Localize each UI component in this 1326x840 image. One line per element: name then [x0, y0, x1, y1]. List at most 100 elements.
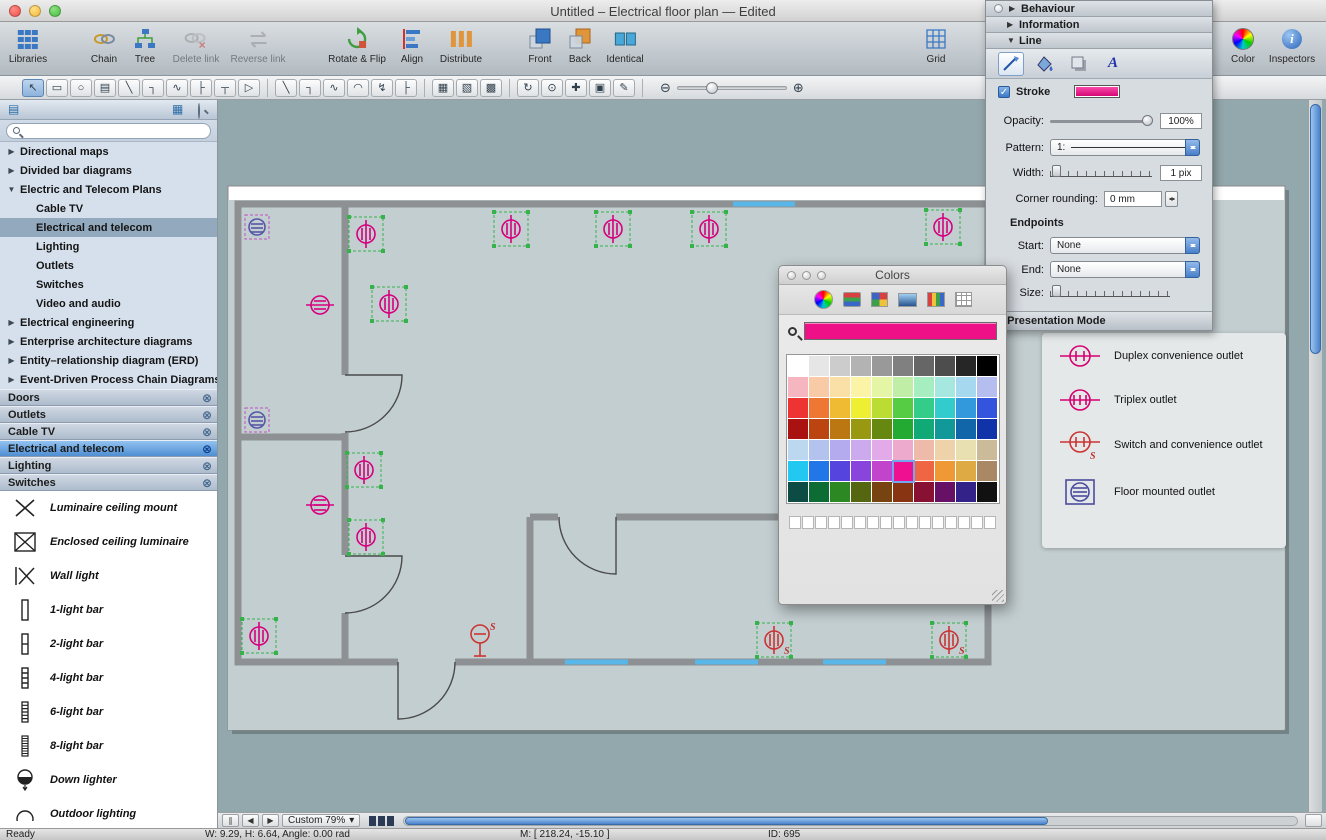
tree-item-electrical-engineering[interactable]: ▶Electrical engineering	[0, 313, 217, 332]
search-input[interactable]	[6, 123, 211, 139]
color-swatch[interactable]	[809, 482, 829, 502]
color-swatch[interactable]	[830, 461, 850, 481]
opacity-value-field[interactable]: 100%	[1160, 113, 1202, 129]
color-swatch[interactable]	[872, 440, 892, 460]
tree-item-directional-maps[interactable]: ▶Directional maps	[0, 142, 217, 161]
tool-button[interactable]: ↯	[371, 79, 393, 97]
horizontal-scrollbar[interactable]	[403, 816, 1298, 826]
disclosure-icon[interactable]: ▶	[6, 356, 17, 365]
color-swatch[interactable]	[872, 461, 892, 481]
start-endpoint-select[interactable]: None	[1050, 237, 1200, 254]
disclosure-icon[interactable]: ▶	[6, 318, 17, 327]
color-swatch[interactable]	[851, 440, 871, 460]
color-swatch[interactable]	[935, 440, 955, 460]
color-swatch[interactable]	[977, 440, 997, 460]
section-information[interactable]: ▶Information	[986, 17, 1212, 33]
tree-item-divided-bar-diagrams[interactable]: ▶Divided bar diagrams	[0, 161, 217, 180]
endpoint-size-slider[interactable]	[1050, 289, 1170, 297]
tree-item-video-and-audio[interactable]: Video and audio	[0, 294, 217, 313]
library-item-8-light-bar[interactable]: 8-light bar	[0, 729, 217, 763]
color-swatch[interactable]	[851, 419, 871, 439]
section-switches[interactable]: Switches⊗	[0, 474, 217, 491]
tool-button[interactable]: ▭	[46, 79, 68, 97]
color-swatch[interactable]	[956, 377, 976, 397]
chain-button[interactable]: Chain	[91, 25, 117, 65]
tree-item-lighting[interactable]: Lighting	[0, 237, 217, 256]
section-line[interactable]: ▼Line	[986, 33, 1212, 49]
current-color-bar[interactable]	[804, 322, 997, 340]
recent-color-swatch[interactable]	[945, 516, 957, 529]
color-swatch[interactable]	[935, 398, 955, 418]
color-palette-icon[interactable]	[871, 292, 888, 307]
color-swatch[interactable]	[956, 440, 976, 460]
tool-button[interactable]: ┐	[299, 79, 321, 97]
recent-color-swatch[interactable]	[854, 516, 866, 529]
libraries-button[interactable]: Libraries	[9, 25, 47, 65]
disclosure-icon[interactable]: ▶	[6, 375, 17, 384]
close-section-icon[interactable]: ⊗	[202, 425, 212, 439]
tool-button[interactable]: ▧	[456, 79, 478, 97]
prev-page-icon[interactable]: ◀	[242, 814, 259, 827]
recent-color-swatch[interactable]	[789, 516, 801, 529]
tool-button[interactable]: ⊙	[541, 79, 563, 97]
zoom-slider[interactable]	[677, 86, 787, 90]
page-mode-icon[interactable]: ∥	[222, 814, 239, 827]
close-section-icon[interactable]: ⊗	[202, 391, 212, 405]
minimize-window-button[interactable]	[802, 271, 811, 280]
section-doors[interactable]: Doors⊗	[0, 389, 217, 406]
recent-color-swatch[interactable]	[906, 516, 918, 529]
color-swatch[interactable]	[872, 377, 892, 397]
color-swatch[interactable]	[851, 377, 871, 397]
distribute-button[interactable]: Distribute	[440, 25, 482, 65]
color-swatch[interactable]	[830, 398, 850, 418]
tool-button[interactable]: ∿	[323, 79, 345, 97]
recent-color-swatch[interactable]	[932, 516, 944, 529]
recent-color-swatch[interactable]	[984, 516, 996, 529]
stroke-checkbox[interactable]: ✓	[998, 86, 1010, 98]
color-swatch[interactable]	[809, 419, 829, 439]
color-swatch[interactable]	[809, 356, 829, 376]
width-slider-knob[interactable]	[1052, 165, 1061, 177]
color-swatch[interactable]	[788, 461, 808, 481]
endpoint-size-slider-knob[interactable]	[1052, 285, 1061, 297]
vertical-scroll-thumb[interactable]	[1310, 104, 1321, 354]
list-view-icon[interactable]: ▤	[8, 102, 19, 116]
crayons-icon[interactable]	[927, 292, 945, 307]
recent-color-swatch[interactable]	[880, 516, 892, 529]
color-swatch[interactable]	[956, 461, 976, 481]
color-wheel-icon[interactable]	[814, 290, 833, 309]
tree-item-erd[interactable]: ▶Entity–relationship diagram (ERD)	[0, 351, 217, 370]
text-tab[interactable]: A	[1100, 52, 1126, 76]
resize-grip[interactable]	[992, 590, 1004, 602]
library-item-2-light-bar[interactable]: 2-light bar	[0, 627, 217, 661]
close-section-icon[interactable]: ⊗	[202, 476, 212, 490]
recent-color-swatch[interactable]	[919, 516, 931, 529]
disclosure-icon[interactable]: ▶	[1009, 4, 1017, 13]
corner-rounding-field[interactable]: 0 mm	[1104, 191, 1162, 207]
corner-rounding-stepper[interactable]	[1165, 191, 1178, 207]
disclosure-icon[interactable]: ▶	[6, 147, 17, 156]
front-button[interactable]: Front	[527, 25, 553, 65]
color-swatch[interactable]	[872, 482, 892, 502]
recent-color-swatch[interactable]	[828, 516, 840, 529]
library-item-enclosed-ceiling-luminaire[interactable]: Enclosed ceiling luminaire	[0, 525, 217, 559]
close-section-icon[interactable]: ⊗	[202, 459, 212, 473]
page-icons[interactable]	[369, 816, 396, 826]
recent-color-swatch[interactable]	[893, 516, 905, 529]
color-swatch[interactable]	[851, 356, 871, 376]
tree-item-electric-and-telecom-plans[interactable]: ▼Electric and Telecom Plans	[0, 180, 217, 199]
tree-button[interactable]: Tree	[132, 25, 158, 65]
color-swatch[interactable]	[893, 461, 913, 481]
tool-button[interactable]: ▤	[94, 79, 116, 97]
recent-color-swatch[interactable]	[971, 516, 983, 529]
tool-button[interactable]: ◠	[347, 79, 369, 97]
color-swatch[interactable]	[956, 419, 976, 439]
tree-item-electrical-and-telecom[interactable]: Electrical and telecom	[0, 218, 217, 237]
color-swatch[interactable]	[935, 356, 955, 376]
tree-item-cable-tv[interactable]: Cable TV	[0, 199, 217, 218]
tool-button[interactable]: ├	[190, 79, 212, 97]
color-swatch[interactable]	[935, 461, 955, 481]
color-swatch[interactable]	[830, 419, 850, 439]
stroke-color-swatch[interactable]	[1074, 85, 1120, 98]
library-item-outdoor-lighting[interactable]: Outdoor lighting	[0, 797, 217, 828]
